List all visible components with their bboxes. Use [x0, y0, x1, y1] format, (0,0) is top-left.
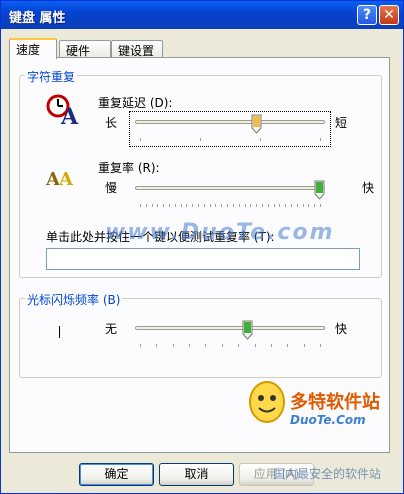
ok-button[interactable]: 确定	[79, 463, 154, 486]
close-icon: ✕	[383, 7, 395, 23]
brand-tagline: 国内最安全的软件站	[273, 467, 382, 481]
slider-tick	[262, 204, 263, 207]
cursor-blink-legend: 光标闪烁频率 (B)	[25, 291, 123, 308]
repeat-test-input[interactable]	[46, 248, 360, 270]
slider-tick	[297, 204, 298, 207]
slider-tick	[205, 344, 206, 347]
repeat-delay-icon: A	[46, 94, 79, 126]
slider-tick	[189, 344, 190, 347]
slider-tick	[268, 204, 269, 207]
slider-tick	[186, 204, 187, 207]
slider-tick	[198, 204, 199, 207]
slider-ticks	[135, 344, 325, 348]
repeat-rate-icon: A A	[46, 169, 74, 190]
slider-tick	[256, 204, 257, 207]
slider-tick	[169, 204, 170, 207]
slider-tick	[227, 204, 228, 207]
slider-tick	[287, 344, 288, 347]
brand-name: 多特软件站	[290, 392, 380, 413]
repeat-delay-label: 重复延迟 (D):	[98, 96, 173, 110]
slider-tick	[304, 344, 305, 347]
close-button[interactable]: ✕	[379, 5, 399, 25]
slider-tick	[140, 204, 141, 207]
slider-tick	[173, 344, 174, 347]
slider-track[interactable]	[135, 326, 325, 330]
repeat-rate-fast-label: 快	[362, 181, 375, 195]
svg-text:A: A	[58, 169, 74, 190]
tab-panel-speed: 字符重复 A 重复延迟 (D): 长 短 A A 重复率 (R): 慢 快 单击…	[9, 57, 390, 453]
svg-text:A: A	[60, 104, 79, 126]
slider-tick	[250, 204, 251, 207]
slider-tick	[200, 138, 201, 141]
slider-tick	[233, 204, 234, 207]
repeat-delay-slider[interactable]	[135, 114, 325, 144]
repeat-delay-long-label: 长	[105, 116, 118, 130]
repeat-rate-thumb[interactable]	[314, 180, 325, 200]
slider-tick	[271, 344, 272, 347]
slider-tick	[279, 204, 280, 207]
mascot-logo	[249, 381, 285, 423]
tab-hardware[interactable]: 硬件	[59, 40, 111, 58]
slider-tick	[192, 204, 193, 207]
slider-tick	[146, 204, 147, 207]
tab-speed[interactable]: 速度	[9, 38, 57, 59]
cursor-blink-thumb[interactable]	[242, 320, 253, 340]
keyboard-properties-window: 键盘 属性 ? ✕ 速度 硬件 键设置 字符重复 A 重复延迟 (D): 长 短…	[0, 0, 404, 494]
repeat-rate-label: 重复率 (R):	[98, 161, 160, 175]
slider-tick	[320, 344, 321, 347]
slider-tick	[175, 204, 176, 207]
slider-tick	[163, 204, 164, 207]
slider-tick	[181, 204, 182, 207]
title-bar[interactable]: 键盘 属性 ? ✕	[1, 1, 403, 29]
slider-ticks	[135, 204, 325, 208]
tab-key-settings[interactable]: 键设置	[111, 40, 163, 58]
slider-tick	[303, 204, 304, 207]
slider-tick	[157, 204, 158, 207]
slider-tick	[221, 204, 222, 207]
cursor-preview	[59, 326, 60, 338]
slider-tick	[320, 138, 321, 141]
help-button[interactable]: ?	[357, 5, 377, 25]
repeat-delay-thumb[interactable]	[251, 114, 262, 134]
char-repeat-legend: 字符重复	[25, 68, 78, 85]
slider-ticks	[135, 138, 325, 142]
slider-tick	[255, 344, 256, 347]
slider-tick	[156, 344, 157, 347]
repeat-rate-slider[interactable]	[135, 180, 325, 210]
slider-tick	[320, 204, 321, 207]
watermark-text: www.DuoTe.com	[105, 220, 335, 245]
brand-url: DuoTe.Com	[290, 413, 366, 427]
slider-tick	[245, 204, 246, 207]
slider-tick	[140, 344, 141, 347]
slider-tick	[152, 204, 153, 207]
slider-tick	[210, 204, 211, 207]
slider-tick	[260, 138, 261, 141]
repeat-rate-slow-label: 慢	[105, 181, 118, 195]
cancel-button[interactable]: 取消	[159, 463, 234, 486]
cursor-blink-slider[interactable]	[135, 320, 325, 350]
slider-tick	[239, 204, 240, 207]
slider-tick	[274, 204, 275, 207]
repeat-delay-short-label: 短	[335, 116, 348, 130]
slider-track[interactable]	[135, 186, 325, 190]
slider-tick	[314, 204, 315, 207]
slider-tick	[285, 204, 286, 207]
slider-tick	[215, 204, 216, 207]
slider-track[interactable]	[135, 120, 325, 124]
slider-tick	[291, 204, 292, 207]
slider-tick	[140, 138, 141, 141]
slider-tick	[204, 204, 205, 207]
slider-tick	[222, 344, 223, 347]
cursor-blink-fast-label: 快	[335, 322, 348, 336]
slider-tick	[308, 204, 309, 207]
cursor-blink-none-label: 无	[105, 322, 118, 336]
help-icon: ?	[362, 7, 372, 23]
slider-tick	[238, 344, 239, 347]
window-title: 键盘 属性	[9, 11, 66, 26]
